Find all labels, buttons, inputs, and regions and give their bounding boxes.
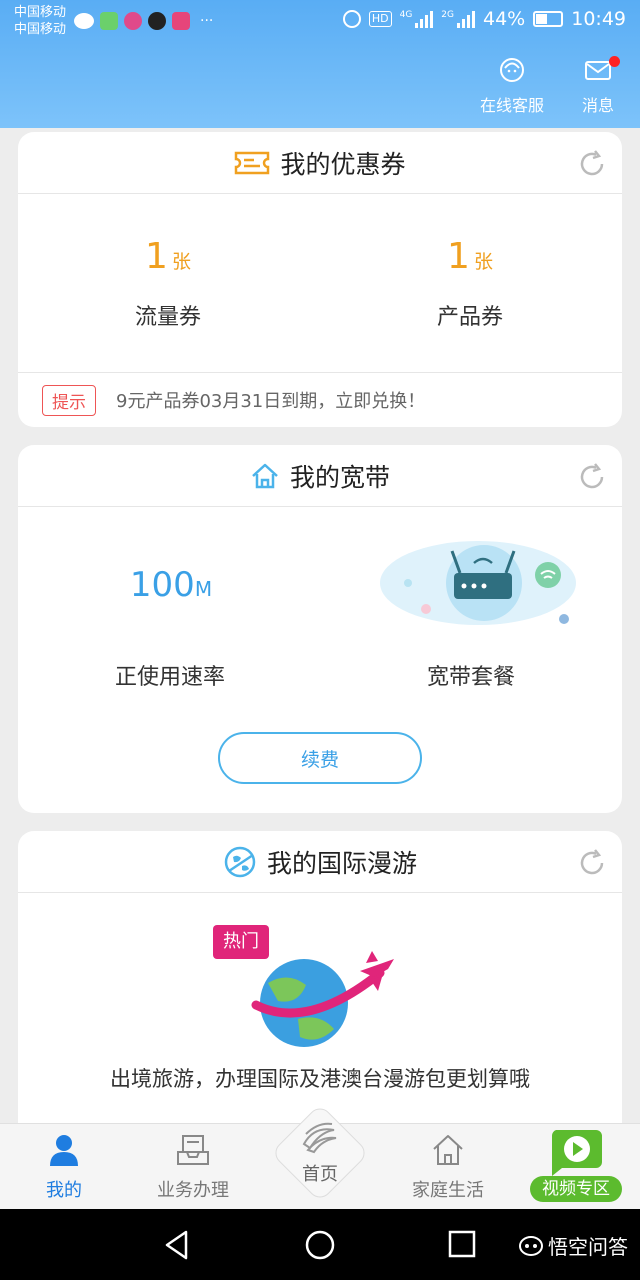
battery-percent: 44%	[483, 8, 526, 30]
messages-button[interactable]: 消息	[574, 56, 622, 116]
speed-unit: M	[194, 577, 213, 601]
tab-video-label: 视频专区	[530, 1176, 622, 1202]
tray-document-icon	[177, 1135, 209, 1165]
renew-button[interactable]: 续费	[218, 732, 422, 784]
package-label[interactable]: 宽带套餐	[371, 659, 571, 691]
traffic-coupon-stat[interactable]: 1张 流量券	[68, 236, 268, 331]
globe-plane-icon	[224, 846, 256, 877]
traffic-coupon-label: 流量券	[134, 305, 201, 330]
tiktok-icon	[148, 12, 166, 30]
broadband-card: 我的宽带 100M 正使用速率 宽带套餐 续费	[18, 445, 622, 813]
notification-icons: ···	[74, 12, 213, 30]
tip-text: 9元产品券03月31日到期，立即兑换！	[116, 391, 426, 412]
house-icon	[433, 1135, 463, 1165]
home-circle-icon[interactable]	[304, 1229, 336, 1261]
broadband-card-header: 我的宽带	[18, 445, 622, 507]
network-1-type: 4G	[399, 10, 413, 20]
carrier-1: 中国移动	[14, 5, 67, 20]
status-bar: 中国移动 中国移动 ··· HD 4G 2G 44% 10:49	[0, 0, 640, 44]
speed-label: 正使用速率	[114, 665, 225, 690]
customer-service-icon	[500, 58, 524, 82]
hd-icon: HD	[368, 11, 392, 27]
clock: 10:49	[571, 8, 626, 30]
product-coupon-unit: 张	[473, 251, 493, 273]
tab-home-label: 首页	[302, 1164, 338, 1185]
roaming-card-title: 我的国际漫游	[266, 848, 417, 878]
tab-family[interactable]: 家庭生活	[408, 1132, 488, 1202]
product-coupon-label: 产品券	[436, 305, 503, 330]
system-nav-bar: 悟空问答	[0, 1209, 640, 1280]
tab-business[interactable]: 业务办理	[150, 1132, 236, 1202]
home-tab-inner: 首页	[271, 1104, 369, 1202]
alarm-icon	[342, 10, 361, 28]
broadband-card-title: 我的宽带	[289, 462, 390, 492]
product-coupon-count: 1	[447, 236, 470, 277]
refresh-icon[interactable]	[578, 849, 606, 877]
tip-badge: 提示	[42, 384, 96, 416]
home-outline-icon	[252, 463, 278, 488]
wukong-logo-icon	[519, 1235, 543, 1256]
bottom-tab-bar: 我的 业务办理 首页 家庭生活 视频专区	[0, 1103, 640, 1209]
envelope-icon	[585, 61, 611, 80]
coupon-card: 我的优惠券 1张 流量券 1张 产品券 提示 9元产品券03月31日到期，立即兑…	[18, 132, 622, 427]
speed-value: 100	[129, 565, 195, 605]
ticket-icon	[235, 151, 270, 174]
carrier-info: 中国移动 中国移动	[14, 4, 66, 38]
coupon-card-title: 我的优惠券	[280, 149, 406, 179]
broadband-speed: 100M	[86, 565, 256, 605]
china-mobile-logo-icon	[302, 1122, 337, 1154]
app-header: 中国移动 中国移动 ··· HD 4G 2G 44% 10:49 在线客服 消息	[0, 0, 640, 128]
signal-1-icon: 4G	[400, 10, 434, 28]
customer-service-label: 在线客服	[479, 96, 544, 115]
network-2-type: 2G	[441, 10, 454, 20]
tab-business-label: 业务办理	[157, 1180, 229, 1201]
roaming-card: 我的国际漫游 热门 出境旅游，办理国际及港澳台漫游包更划算哦	[18, 831, 622, 1131]
watermark-text: 悟空问答	[548, 1235, 628, 1259]
status-right: HD 4G 2G 44% 10:49	[342, 8, 626, 30]
roaming-description: 出境旅游，办理国际及港澳台漫游包更划算哦	[110, 1067, 530, 1091]
refresh-icon[interactable]	[578, 150, 606, 178]
recents-icon[interactable]	[448, 1230, 476, 1258]
roaming-card-header: 我的国际漫游	[18, 831, 622, 893]
traffic-coupon-count: 1	[145, 236, 168, 277]
carrier-2: 中国移动	[14, 22, 67, 37]
person-icon	[50, 1135, 78, 1166]
globe-airplane-illustration[interactable]	[248, 943, 398, 1053]
coupon-tip-row[interactable]: 提示 9元产品券03月31日到期，立即兑换！	[18, 372, 622, 427]
coupon-card-header: 我的优惠券	[18, 132, 622, 194]
signal-2-icon: 2G	[441, 10, 475, 28]
play-icon	[551, 1130, 602, 1176]
product-coupon-stat[interactable]: 1张 产品券	[370, 236, 570, 331]
tab-mine[interactable]: 我的	[28, 1132, 100, 1202]
wechat-icon	[74, 13, 94, 29]
watermark: 悟空问答	[518, 1231, 628, 1260]
messages-label: 消息	[581, 96, 614, 115]
app-green-icon	[100, 12, 118, 30]
customer-service-button[interactable]: 在线客服	[474, 56, 550, 116]
router-illustration	[380, 541, 576, 625]
more-notifications: ···	[200, 13, 214, 29]
tab-family-label: 家庭生活	[412, 1180, 484, 1201]
back-icon[interactable]	[162, 1229, 192, 1261]
unread-dot	[609, 56, 620, 67]
music-icon	[124, 12, 142, 30]
tab-home[interactable]: 首页	[270, 1103, 370, 1203]
tab-mine-label: 我的	[46, 1180, 82, 1201]
battery-icon	[533, 11, 564, 27]
traffic-coupon-unit: 张	[171, 251, 191, 273]
video-app-icon	[172, 12, 190, 30]
refresh-icon[interactable]	[578, 463, 606, 491]
tab-video[interactable]: 视频专区	[530, 1126, 622, 1202]
